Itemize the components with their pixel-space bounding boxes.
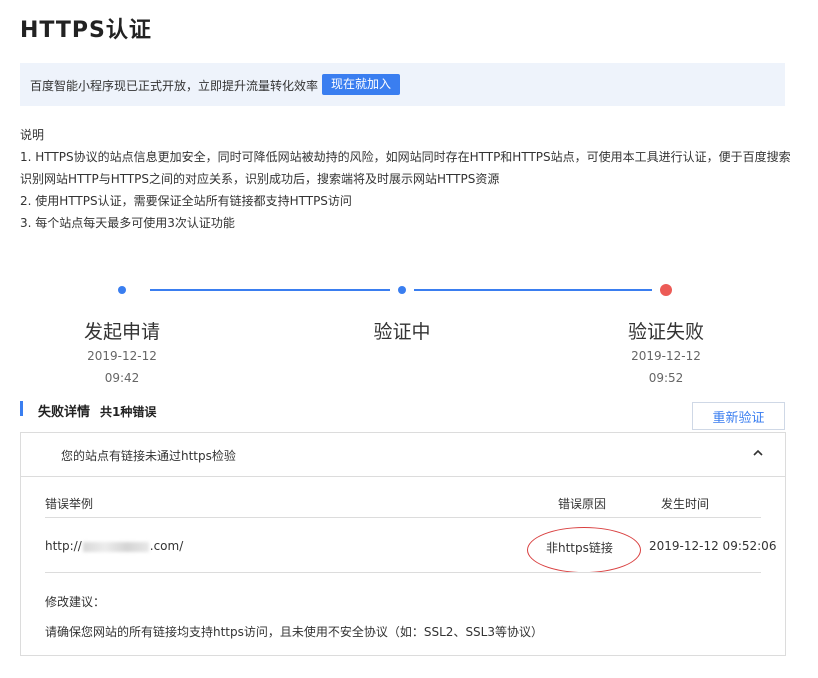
error-panel-title: 您的站点有链接未通过https检验 — [61, 449, 236, 463]
join-now-button[interactable]: 现在就加入 — [322, 74, 401, 95]
step-date: 2019-12-12 — [87, 349, 157, 363]
step-date: 2019-12-12 — [631, 349, 701, 363]
step-dot-verifying — [398, 286, 406, 294]
column-header-reason: 错误原因 — [558, 497, 607, 511]
column-header-example: 错误举例 — [45, 497, 94, 511]
error-panel-header[interactable]: 您的站点有链接未通过https检验 — [21, 433, 785, 477]
page-title: HTTPS认证 — [20, 18, 152, 43]
highlight-circle — [527, 527, 641, 573]
step-label-submitted: 发起申请 — [83, 321, 160, 343]
step-label-failed: 验证失败 — [627, 321, 704, 343]
suggestion-text: 请确保您网站的所有链接均支持https访问，且未使用不安全协议（如：SSL2、S… — [45, 625, 543, 639]
divider — [45, 572, 761, 573]
failure-title-text: 失败详情 — [38, 405, 91, 420]
divider — [45, 517, 761, 518]
description-item: 1. HTTPS协议的站点信息更加安全，同时可降低网站被劫持的风险，如网站同时存… — [20, 150, 791, 164]
chevron-up-icon[interactable] — [751, 446, 765, 460]
redacted-domain — [82, 541, 149, 552]
error-count: 共1种错误 — [100, 405, 157, 419]
description-item: 识别网站HTTP与HTTPS之间的对应关系，识别成功后，搜索端将及时展示网站HT… — [20, 172, 500, 186]
section-accent-bar — [20, 401, 23, 416]
url-prefix: http:// — [45, 539, 82, 553]
description-item: 2. 使用HTTPS认证，需要保证全站所有链接都支持HTTPS访问 — [20, 194, 352, 208]
suggestion-title: 修改建议： — [45, 595, 106, 609]
error-time: 2019-12-12 09:52:06 — [649, 539, 777, 553]
step-time: 09:52 — [648, 371, 684, 385]
column-header-time: 发生时间 — [661, 497, 710, 511]
banner-text: 百度智能小程序现已正式开放，立即提升流量转化效率 — [30, 79, 319, 93]
description-item: 3. 每个站点每天最多可使用3次认证功能 — [20, 216, 235, 230]
description-heading: 说明 — [20, 128, 45, 142]
step-connector — [414, 289, 652, 291]
reverify-button[interactable]: 重新验证 — [692, 402, 785, 430]
step-dot-failed — [660, 284, 672, 296]
error-panel: 您的站点有链接未通过https检验 错误举例 错误原因 发生时间 http://… — [20, 432, 786, 656]
step-label-verifying: 验证中 — [373, 321, 431, 343]
description: 说明 1. HTTPS协议的站点信息更加安全，同时可降低网站被劫持的风险，如网站… — [20, 124, 795, 234]
error-url: http:// .com/ — [45, 539, 183, 553]
promo-banner: 百度智能小程序现已正式开放，立即提升流量转化效率 现在就加入 — [20, 63, 785, 106]
url-suffix: .com/ — [149, 539, 184, 553]
step-time: 09:42 — [104, 371, 140, 385]
step-connector — [150, 289, 390, 291]
failure-details-title: 失败详情 共1种错误 — [38, 401, 156, 420]
step-dot-submitted — [118, 286, 126, 294]
